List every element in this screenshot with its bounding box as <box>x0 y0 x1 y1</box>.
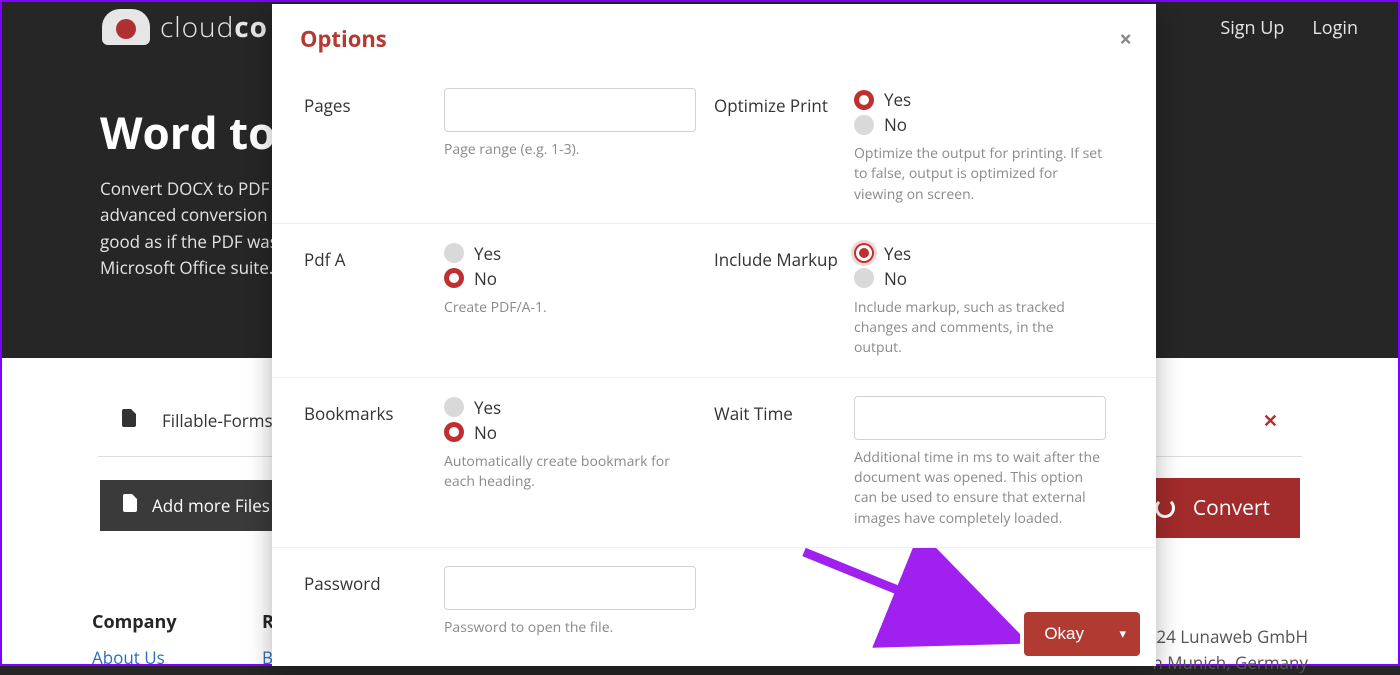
optimize-print-no-radio[interactable]: No <box>854 113 1114 136</box>
signup-link[interactable]: Sign Up <box>1220 16 1284 40</box>
okay-button[interactable]: Okay ▾ <box>1024 612 1140 656</box>
options-dialog: Options × Pages Page range (e.g. 1-3). O… <box>272 4 1156 666</box>
pdfa-no-radio[interactable]: No <box>444 267 704 290</box>
footer-copyright-l1: 024 Lunaweb GmbH <box>1147 624 1308 650</box>
bookmarks-label: Bookmarks <box>304 396 444 529</box>
password-help: Password to open the file. <box>444 618 694 638</box>
cloud-sync-icon <box>102 9 150 45</box>
pdfa-help: Create PDF/A-1. <box>444 298 694 318</box>
file-name: Fillable-Forms- <box>162 409 278 432</box>
bookmarks-help: Automatically create bookmark for each h… <box>444 452 694 493</box>
remove-file-button[interactable]: ✕ <box>1263 409 1278 433</box>
bookmarks-no-radio[interactable]: No <box>444 421 704 444</box>
pdfa-label: Pdf A <box>304 242 444 359</box>
password-input[interactable] <box>444 566 696 610</box>
header-nav: Sign Up Login <box>1220 16 1358 40</box>
include-markup-no-radio[interactable]: No <box>854 267 1114 290</box>
footer-company-heading: Company <box>92 610 262 634</box>
pages-label: Pages <box>304 88 444 205</box>
password-label: Password <box>304 566 444 638</box>
refresh-icon <box>1155 498 1175 518</box>
footer-copyright-l2: n Munich, Germany <box>1147 650 1308 675</box>
wait-time-help: Additional time in ms to wait after the … <box>854 448 1104 529</box>
document-icon <box>122 409 138 432</box>
pdfa-yes-radio[interactable]: Yes <box>444 242 704 265</box>
add-more-files-button[interactable]: Add more Files <box>100 480 292 531</box>
pages-input[interactable] <box>444 88 696 132</box>
wait-time-input[interactable] <box>854 396 1106 440</box>
add-more-label: Add more Files <box>152 494 270 517</box>
convert-label: Convert <box>1193 494 1270 522</box>
wait-time-label: Wait Time <box>714 396 854 529</box>
optimize-print-label: Optimize Print <box>714 88 854 205</box>
dialog-title: Options <box>300 24 1128 54</box>
close-icon[interactable]: × <box>1119 24 1132 54</box>
optimize-print-yes-radio[interactable]: Yes <box>854 88 1114 111</box>
brand-text: cloudco <box>160 8 268 46</box>
include-markup-label: Include Markup <box>714 242 854 359</box>
file-plus-icon <box>122 494 138 517</box>
include-markup-yes-radio[interactable]: Yes <box>854 242 1114 265</box>
optimize-print-help: Optimize the output for printing. If set… <box>854 144 1104 205</box>
login-link[interactable]: Login <box>1312 16 1358 40</box>
include-markup-help: Include markup, such as tracked changes … <box>854 298 1104 359</box>
pages-help: Page range (e.g. 1-3). <box>444 140 694 160</box>
bookmarks-yes-radio[interactable]: Yes <box>444 396 704 419</box>
brand-logo[interactable]: cloudco <box>102 8 268 46</box>
chevron-down-icon: ▾ <box>1119 626 1126 642</box>
